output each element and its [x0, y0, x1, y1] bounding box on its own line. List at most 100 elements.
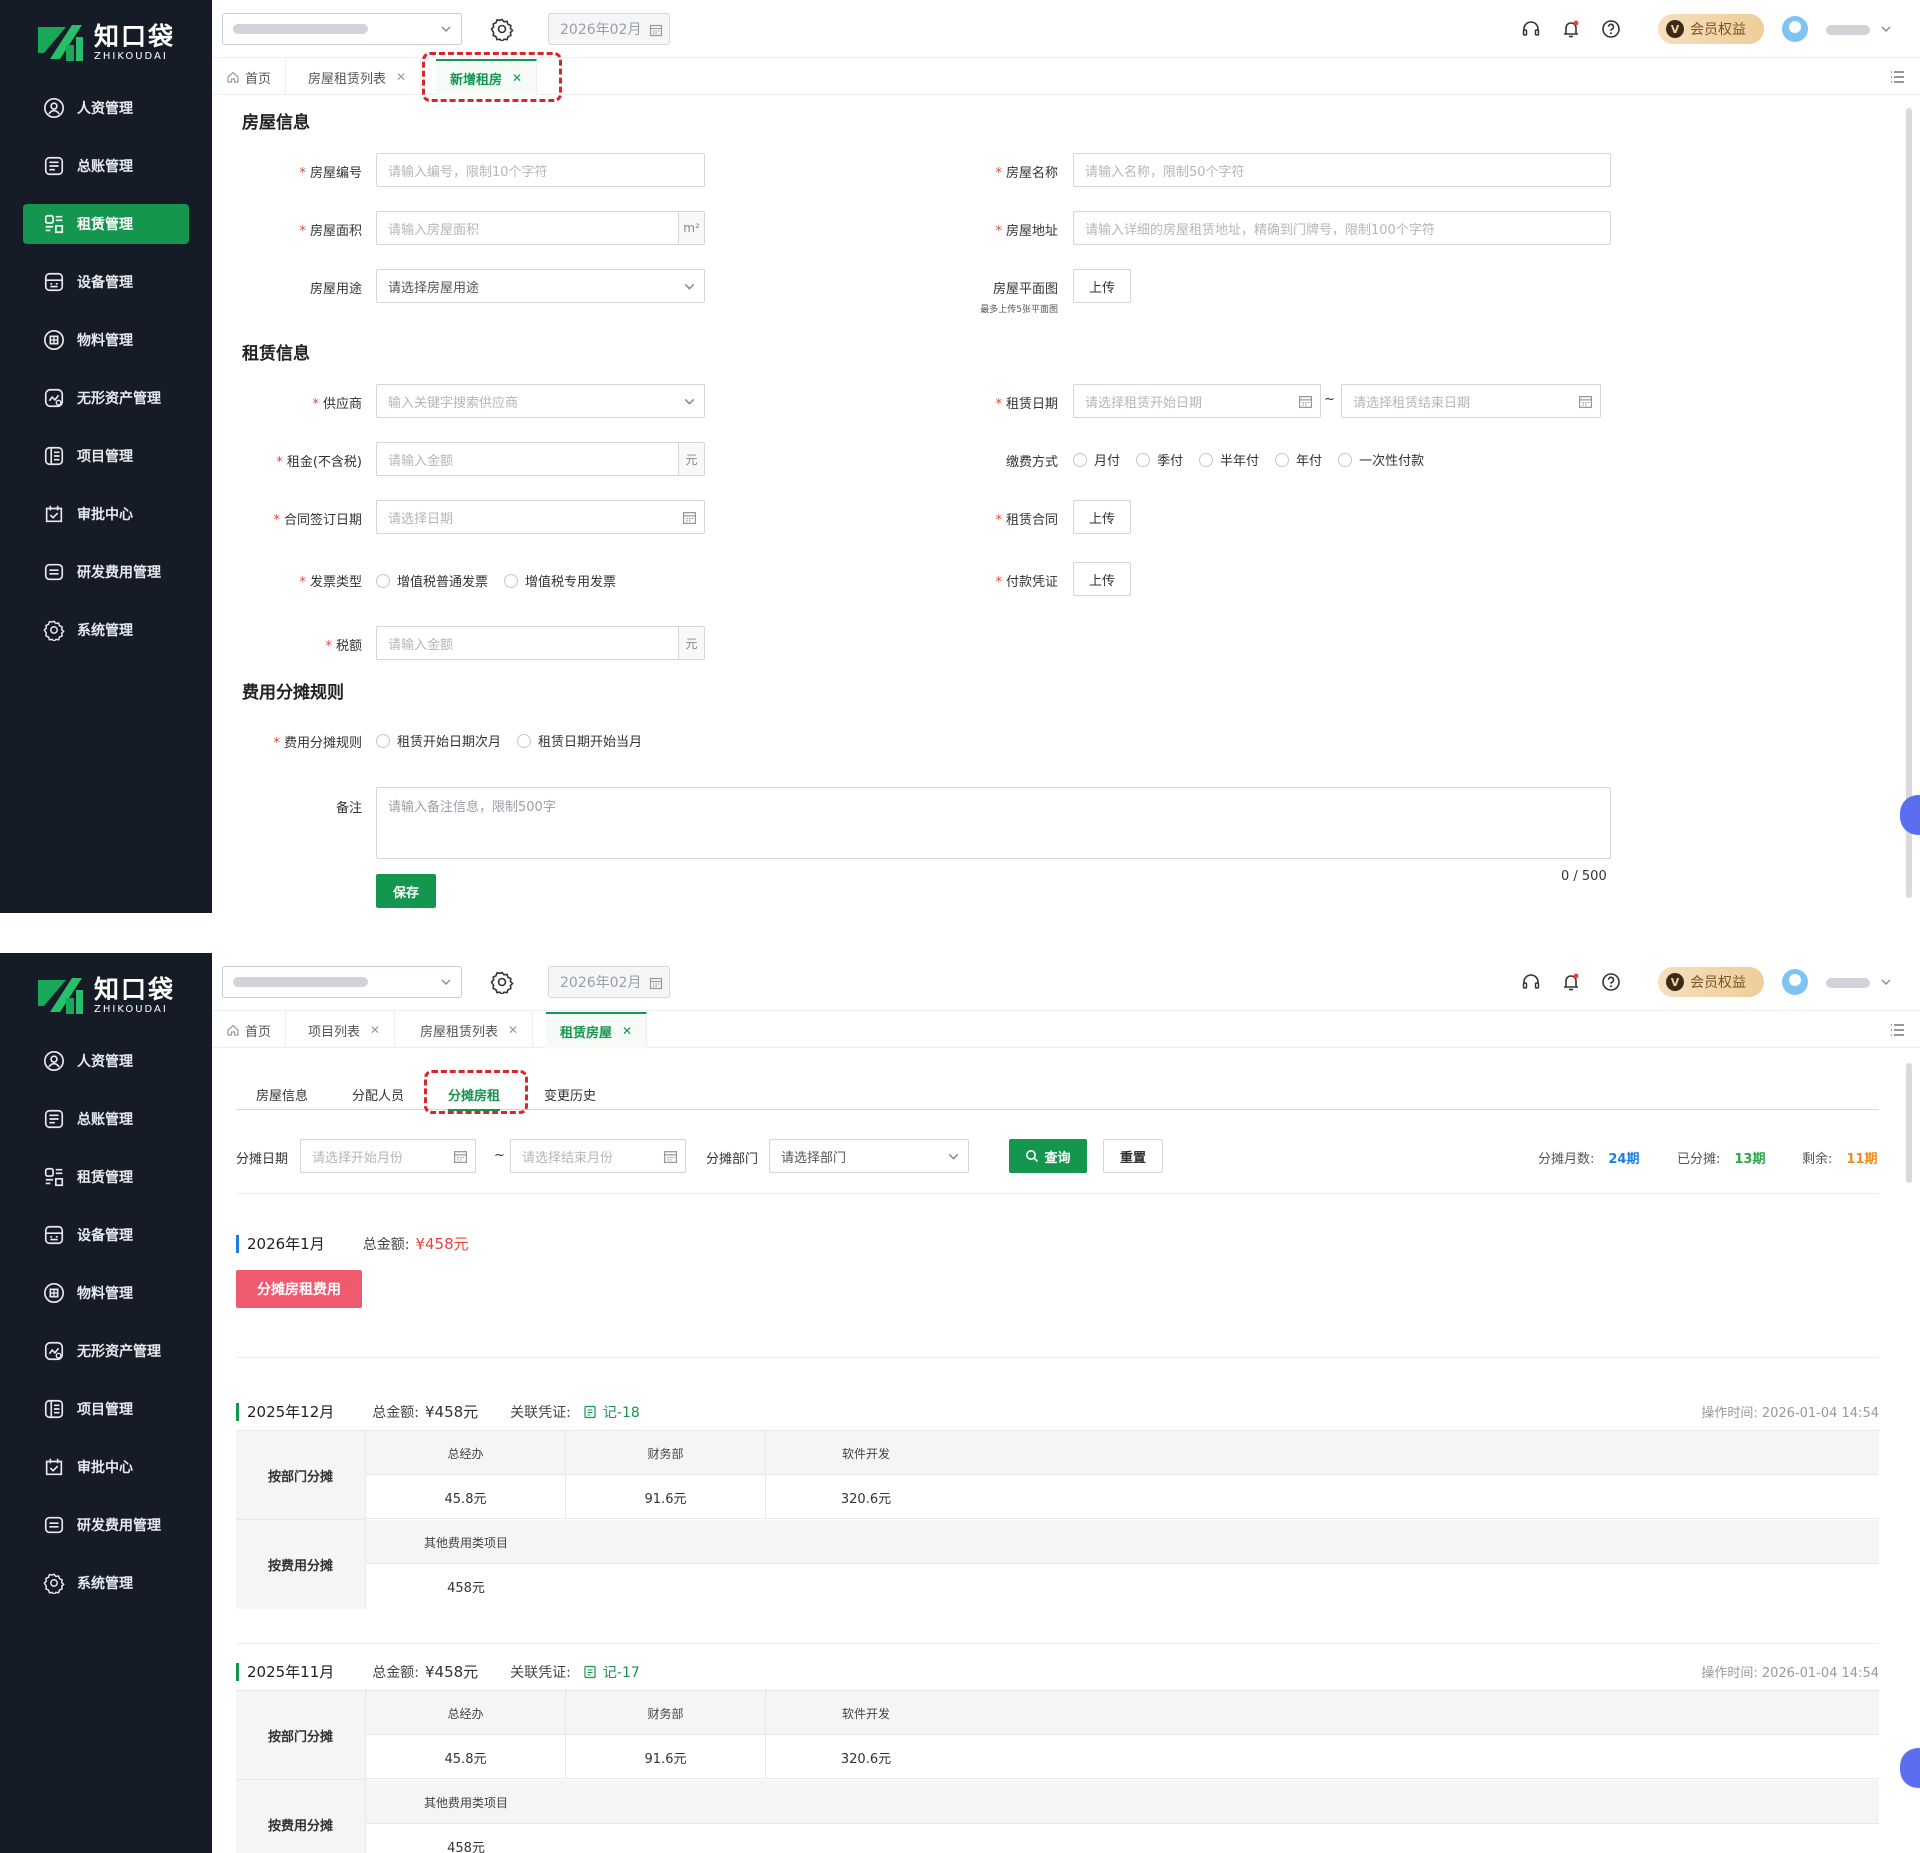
- voucher-link[interactable]: 记-17: [583, 1662, 640, 1682]
- avatar[interactable]: [1782, 16, 1808, 42]
- tab-rental-house[interactable]: 租赁房屋 ✕: [546, 1012, 648, 1048]
- supplier-select[interactable]: 输入关键字搜索供应商: [376, 384, 705, 418]
- house-no-label: * 房屋编号: [299, 166, 362, 181]
- tab-label: 项目列表: [308, 1024, 361, 1040]
- sidebar-item-ledger[interactable]: 总账管理: [23, 1099, 189, 1139]
- subtab-assign-staff[interactable]: 分配人员: [352, 1078, 404, 1110]
- vip-benefits-button[interactable]: V 会员权益: [1658, 967, 1764, 997]
- sidebar-item-label: 审批中心: [77, 1460, 133, 1476]
- tabs-list-icon[interactable]: [1888, 1021, 1906, 1039]
- subtab-change-history[interactable]: 变更历史: [544, 1078, 596, 1110]
- house-area-input[interactable]: 请输入房屋面积 m²: [376, 211, 705, 245]
- headset-icon[interactable]: [1520, 18, 1542, 40]
- floor-plan-upload-button[interactable]: 上传: [1073, 269, 1131, 303]
- radio-yearly[interactable]: 年付: [1275, 450, 1322, 469]
- sidebar-item-lease[interactable]: 租赁管理: [23, 204, 189, 244]
- sidebar-item-lease[interactable]: 租赁管理: [23, 1157, 189, 1197]
- chevron-down-icon[interactable]: [1879, 22, 1893, 36]
- tax-amount-input[interactable]: 请输入金额 元: [376, 626, 705, 660]
- subtab-house-info[interactable]: 房屋信息: [256, 1078, 308, 1110]
- tab-project-list[interactable]: 项目列表 ✕: [294, 1012, 396, 1048]
- bell-icon[interactable]: [1560, 18, 1582, 40]
- username-blurred[interactable]: [1826, 978, 1870, 988]
- company-select[interactable]: [222, 966, 462, 998]
- alloc-start-month-input[interactable]: 请选择开始月份: [300, 1139, 476, 1173]
- query-button[interactable]: 查询: [1009, 1139, 1087, 1173]
- radio-one-time[interactable]: 一次性付款: [1338, 450, 1424, 469]
- alloc-dept-select[interactable]: 请选择部门: [769, 1139, 969, 1173]
- period-picker[interactable]: 2026年02月: [548, 13, 670, 45]
- house-use-select[interactable]: 请选择房屋用途: [376, 269, 705, 303]
- radio-next-month[interactable]: 租赁开始日期次月: [376, 731, 501, 750]
- radio-monthly[interactable]: 月付: [1073, 450, 1120, 469]
- contract-upload-button[interactable]: 上传: [1073, 500, 1131, 534]
- tab-rental-list[interactable]: 房屋租赁列表 ✕: [406, 1012, 534, 1048]
- period-picker[interactable]: 2026年02月: [548, 966, 670, 998]
- company-select[interactable]: [222, 13, 462, 45]
- tab-home[interactable]: 首页: [212, 1012, 287, 1048]
- sidebar-item-rd-expense[interactable]: 研发费用管理: [23, 1505, 189, 1545]
- voucher-link[interactable]: 记-18: [583, 1402, 640, 1422]
- sidebar-item-system[interactable]: 系统管理: [23, 610, 189, 650]
- close-icon[interactable]: ✕: [508, 1023, 518, 1037]
- sign-date-input[interactable]: 请选择日期: [376, 500, 705, 534]
- sidebar-item-device[interactable]: 设备管理: [23, 1215, 189, 1255]
- sidebar-item-hr[interactable]: 人资管理: [23, 88, 189, 128]
- sidebar-item-material[interactable]: 物料管理: [23, 320, 189, 360]
- chat-bubble[interactable]: [1900, 1748, 1920, 1788]
- vip-benefits-button[interactable]: V 会员权益: [1658, 14, 1764, 44]
- help-icon[interactable]: [1600, 18, 1622, 40]
- sidebar-item-approval[interactable]: 审批中心: [23, 494, 189, 534]
- sidebar-item-ledger[interactable]: 总账管理: [23, 146, 189, 186]
- highlight-marker: [424, 1070, 528, 1114]
- username-blurred[interactable]: [1826, 25, 1870, 35]
- radio-general-invoice[interactable]: 增值税普通发票: [376, 571, 488, 590]
- sidebar-item-rd-expense[interactable]: 研发费用管理: [23, 552, 189, 592]
- sidebar-item-material[interactable]: 物料管理: [23, 1273, 189, 1313]
- alloc-end-month-input[interactable]: 请选择结束月份: [510, 1139, 686, 1173]
- sidebar-item-device[interactable]: 设备管理: [23, 262, 189, 302]
- allocate-rent-button[interactable]: 分摊房租费用: [236, 1270, 362, 1308]
- bell-icon[interactable]: [1560, 971, 1582, 993]
- avatar[interactable]: [1782, 969, 1808, 995]
- sidebar-item-project[interactable]: 项目管理: [23, 1389, 189, 1429]
- gear-icon: [43, 619, 65, 641]
- house-no-input[interactable]: 请输入编号，限制10个字符: [376, 153, 705, 187]
- settings-gear-icon[interactable]: [490, 970, 514, 994]
- chevron-down-icon[interactable]: [1879, 975, 1893, 989]
- sidebar-item-system[interactable]: 系统管理: [23, 1563, 189, 1603]
- tab-home[interactable]: 首页: [212, 59, 287, 95]
- help-icon[interactable]: [1600, 971, 1622, 993]
- chat-bubble[interactable]: [1900, 795, 1920, 835]
- house-address-input[interactable]: 请输入详细的房屋租赁地址，精确到门牌号，限制100个字符: [1073, 211, 1611, 245]
- sidebar-item-hr[interactable]: 人资管理: [23, 1041, 189, 1081]
- scrollbar[interactable]: [1906, 108, 1912, 898]
- tabs-list-icon[interactable]: [1888, 68, 1906, 86]
- group-label: 按费用分摊: [236, 1520, 366, 1609]
- scrollbar[interactable]: [1906, 1063, 1912, 1183]
- headset-icon[interactable]: [1520, 971, 1542, 993]
- remark-textarea[interactable]: 请输入备注信息，限制500字: [376, 787, 1611, 859]
- sidebar-item-label: 审批中心: [77, 507, 133, 523]
- sidebar-item-intangible[interactable]: 无形资产管理: [23, 378, 189, 418]
- pay-voucher-upload-button[interactable]: 上传: [1073, 562, 1131, 596]
- save-button[interactable]: 保存: [376, 874, 436, 908]
- close-icon[interactable]: ✕: [396, 70, 406, 84]
- reset-button[interactable]: 重置: [1103, 1139, 1163, 1173]
- radio-quarterly[interactable]: 季付: [1136, 450, 1183, 469]
- sidebar-item-approval[interactable]: 审批中心: [23, 1447, 189, 1487]
- sidebar-item-intangible[interactable]: 无形资产管理: [23, 1331, 189, 1371]
- radio-special-invoice[interactable]: 增值税专用发票: [504, 571, 616, 590]
- divider: [236, 1357, 1879, 1358]
- lease-start-date-input[interactable]: 请选择租赁开始日期: [1073, 384, 1321, 418]
- settings-gear-icon[interactable]: [490, 17, 514, 41]
- close-icon[interactable]: ✕: [370, 1023, 380, 1037]
- rent-amount-input[interactable]: 请输入金额 元: [376, 442, 705, 476]
- house-name-input[interactable]: 请输入名称，限制50个字符: [1073, 153, 1611, 187]
- lease-end-date-input[interactable]: 请选择租赁结束日期: [1341, 384, 1601, 418]
- tab-rental-list[interactable]: 房屋租赁列表 ✕: [294, 59, 422, 95]
- sidebar-item-project[interactable]: 项目管理: [23, 436, 189, 476]
- radio-current-month[interactable]: 租赁日期开始当月: [517, 731, 642, 750]
- radio-half-year[interactable]: 半年付: [1199, 450, 1259, 469]
- close-icon[interactable]: ✕: [622, 1024, 632, 1038]
